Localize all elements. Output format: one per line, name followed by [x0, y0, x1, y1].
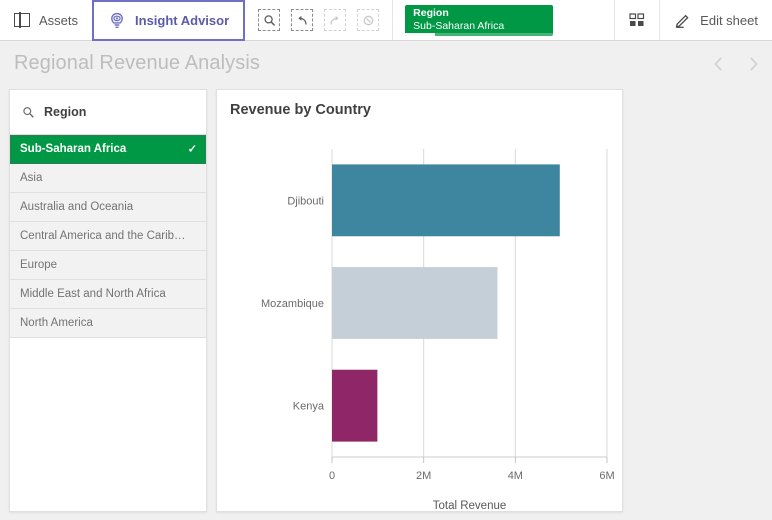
x-tick-label: 6M — [599, 470, 614, 482]
edit-sheet-button[interactable]: Edit sheet — [659, 0, 772, 40]
undo-arrow-icon — [298, 15, 307, 25]
filter-field-title: Region — [44, 105, 87, 119]
sheet-grid-icon — [629, 13, 645, 27]
x-tick-label: 0 — [329, 470, 335, 482]
step-forward-button — [324, 9, 347, 31]
list-item[interactable]: North America — [10, 309, 206, 338]
top-toolbar: Assets Insight Advisor Region Sub-Sahara… — [0, 0, 772, 41]
sheet-grid-button[interactable] — [614, 0, 659, 40]
page-title: Regional Revenue Analysis — [14, 52, 260, 74]
list-item[interactable]: Sub-Saharan Africa ✓ — [10, 135, 206, 164]
check-icon: ✓ — [187, 143, 197, 156]
insight-advisor-icon — [108, 12, 126, 30]
category-label: Kenya — [293, 401, 325, 413]
bar-chart[interactable]: Djibouti Mozambique Kenya 0 2M 4M 6M Total Reve… — [217, 135, 622, 511]
list-item-label: Europe — [20, 259, 58, 271]
qlik-sense-sheet: Assets Insight Advisor Region Sub-Sahara… — [0, 0, 772, 520]
selection-toolbar — [245, 0, 394, 40]
clear-all-selections-button — [357, 9, 380, 31]
selection-chip-value: Sub-Saharan Africa — [413, 19, 505, 32]
filter-value-list: Sub-Saharan Africa ✓ Asia Australia and … — [10, 135, 206, 338]
list-item-label: Central America and the Carib… — [20, 230, 186, 242]
bar[interactable] — [332, 369, 378, 442]
list-item[interactable]: Middle East and North Africa — [10, 280, 206, 309]
panel-icon — [14, 12, 30, 28]
selection-search-button[interactable] — [258, 9, 281, 31]
redo-arrow-icon — [330, 15, 339, 25]
list-item-label: Asia — [20, 172, 43, 184]
toolbar-right-group: Edit sheet — [614, 0, 772, 40]
list-item-label: Sub-Saharan Africa — [20, 143, 127, 155]
edit-sheet-label: Edit sheet — [700, 12, 758, 28]
selection-chip-region[interactable]: Region Sub-Saharan Africa — [405, 4, 554, 36]
insight-advisor-label: Insight Advisor — [135, 13, 230, 28]
chevron-left-icon[interactable] — [710, 55, 728, 73]
step-back-button[interactable] — [291, 9, 314, 31]
bar[interactable] — [332, 267, 498, 339]
assets-label: Assets — [39, 12, 79, 28]
x-axis-title: Total Revenue — [433, 500, 507, 511]
filter-pane-header[interactable]: Region — [10, 90, 206, 135]
list-item-label: Australia and Oceania — [20, 201, 134, 213]
list-item-label: Middle East and North Africa — [20, 288, 166, 300]
selection-chip-progress — [405, 32, 436, 36]
assets-button[interactable]: Assets — [0, 0, 94, 40]
chart-title: Revenue by Country — [230, 102, 371, 118]
list-item-label: North America — [20, 317, 93, 329]
selection-chip-area: Region Sub-Saharan Africa — [393, 0, 561, 40]
insight-advisor-tab[interactable]: Insight Advisor — [92, 0, 246, 41]
chevron-right-icon[interactable] — [744, 55, 762, 73]
chart-panel-revenue-by-country: Revenue by Country Djibouti Mozambique Ken… — [216, 89, 623, 512]
clear-circle-icon — [363, 15, 374, 25]
filter-pane-region: Region Sub-Saharan Africa ✓ Asia Austral… — [9, 89, 207, 512]
list-item[interactable]: Australia and Oceania — [10, 193, 206, 222]
list-item[interactable]: Europe — [10, 251, 206, 280]
list-item[interactable]: Central America and the Carib… — [10, 222, 206, 251]
bar[interactable] — [332, 164, 560, 237]
category-label: Djibouti — [287, 195, 324, 207]
category-label: Mozambique — [261, 298, 324, 310]
pencil-icon — [674, 12, 691, 29]
selection-chip-field: Region — [413, 6, 449, 19]
search-icon — [264, 14, 275, 26]
sheet-header: Regional Revenue Analysis — [0, 41, 772, 86]
search-icon — [23, 106, 34, 118]
x-tick-label: 4M — [508, 470, 523, 482]
sheet-navigation — [710, 41, 762, 86]
x-tick-label: 2M — [416, 470, 431, 482]
list-item[interactable]: Asia — [10, 164, 206, 193]
